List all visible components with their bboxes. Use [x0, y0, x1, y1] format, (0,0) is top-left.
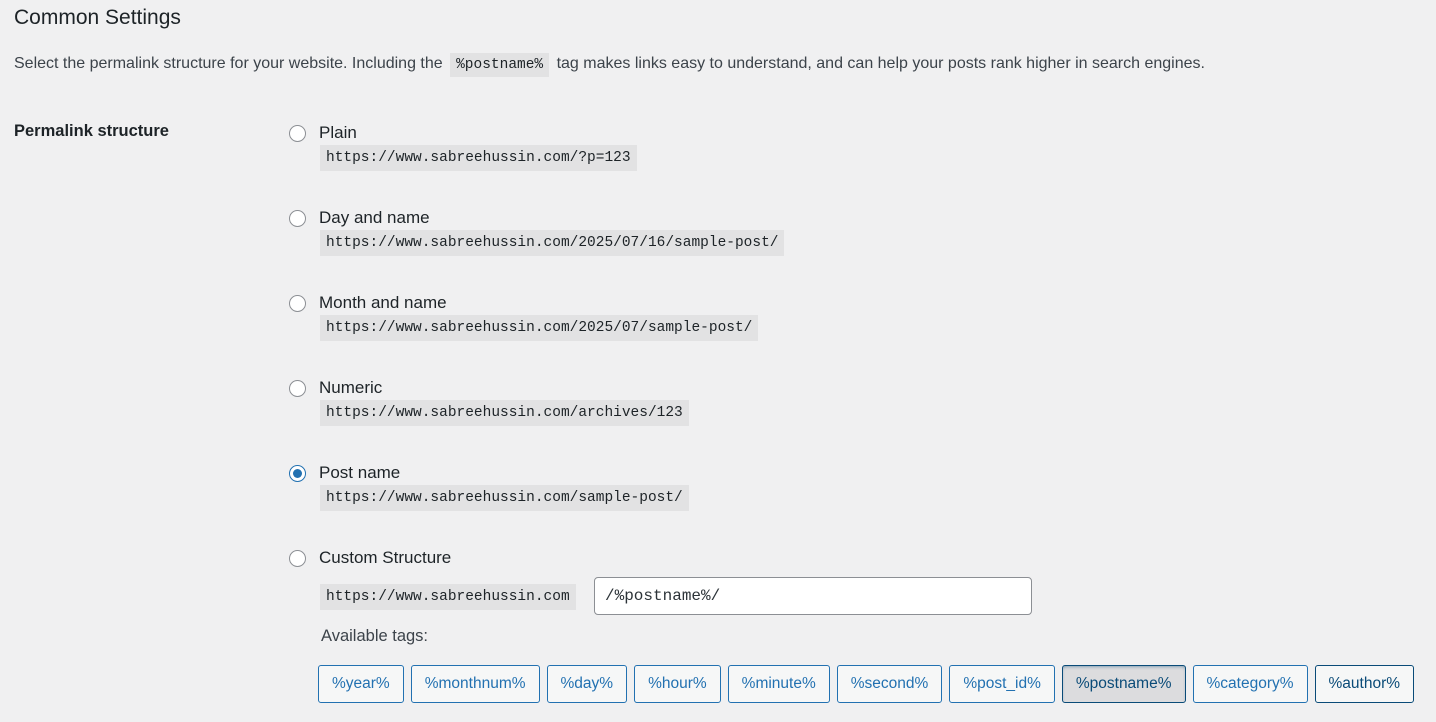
intro-text-start: Select the permalink structure for your …: [14, 55, 443, 72]
tag-author-button[interactable]: %author%: [1314, 665, 1415, 703]
custom-structure-input[interactable]: [594, 577, 1032, 615]
tag-hour-button[interactable]: %hour%: [634, 665, 721, 703]
option-numeric-url: https://www.sabreehussin.com/archives/12…: [320, 400, 689, 426]
tag-category-button[interactable]: %category%: [1192, 665, 1308, 703]
radio-plain[interactable]: [289, 125, 306, 142]
option-month-and-name-url: https://www.sabreehussin.com/2025/07/sam…: [320, 315, 759, 341]
option-day-and-name-label[interactable]: Day and name: [319, 208, 430, 228]
option-post-name-url: https://www.sabreehussin.com/sample-post…: [320, 485, 689, 511]
option-plain-url: https://www.sabreehussin.com/?p=123: [320, 145, 637, 171]
custom-structure-prefix: https://www.sabreehussin.com: [320, 584, 576, 610]
option-plain-label[interactable]: Plain: [319, 123, 357, 143]
tag-minute-button[interactable]: %minute%: [727, 665, 830, 703]
radio-post-name[interactable]: [289, 465, 306, 482]
section-intro: Select the permalink structure for your …: [14, 53, 1205, 77]
radio-custom-structure[interactable]: [289, 550, 306, 567]
radio-numeric[interactable]: [289, 380, 306, 397]
option-numeric-label[interactable]: Numeric: [319, 378, 382, 398]
tag-postname-button[interactable]: %postname%: [1061, 665, 1186, 703]
available-tags-list: %year% %monthnum% %day% %hour% %minute% …: [318, 665, 1415, 703]
tag-second-button[interactable]: %second%: [836, 665, 943, 703]
tag-monthnum-button[interactable]: %monthnum%: [410, 665, 540, 703]
option-month-and-name-label[interactable]: Month and name: [319, 293, 447, 313]
radio-day-and-name[interactable]: [289, 210, 306, 227]
option-post-name-label[interactable]: Post name: [319, 463, 400, 483]
tag-post-id-button[interactable]: %post_id%: [949, 665, 1055, 703]
option-custom-structure-label[interactable]: Custom Structure: [319, 548, 451, 568]
intro-text-end: tag makes links easy to understand, and …: [556, 55, 1205, 72]
tag-day-button[interactable]: %day%: [546, 665, 628, 703]
option-day-and-name-url: https://www.sabreehussin.com/2025/07/16/…: [320, 230, 785, 256]
intro-postname-code: %postname%: [450, 53, 550, 77]
section-title: Common Settings: [14, 6, 181, 29]
permalink-settings-page: Common Settings Select the permalink str…: [0, 0, 1436, 722]
permalink-structure-label: Permalink structure: [14, 122, 169, 140]
tag-year-button[interactable]: %year%: [318, 665, 404, 703]
radio-month-and-name[interactable]: [289, 295, 306, 312]
available-tags-label: Available tags:: [321, 627, 429, 645]
